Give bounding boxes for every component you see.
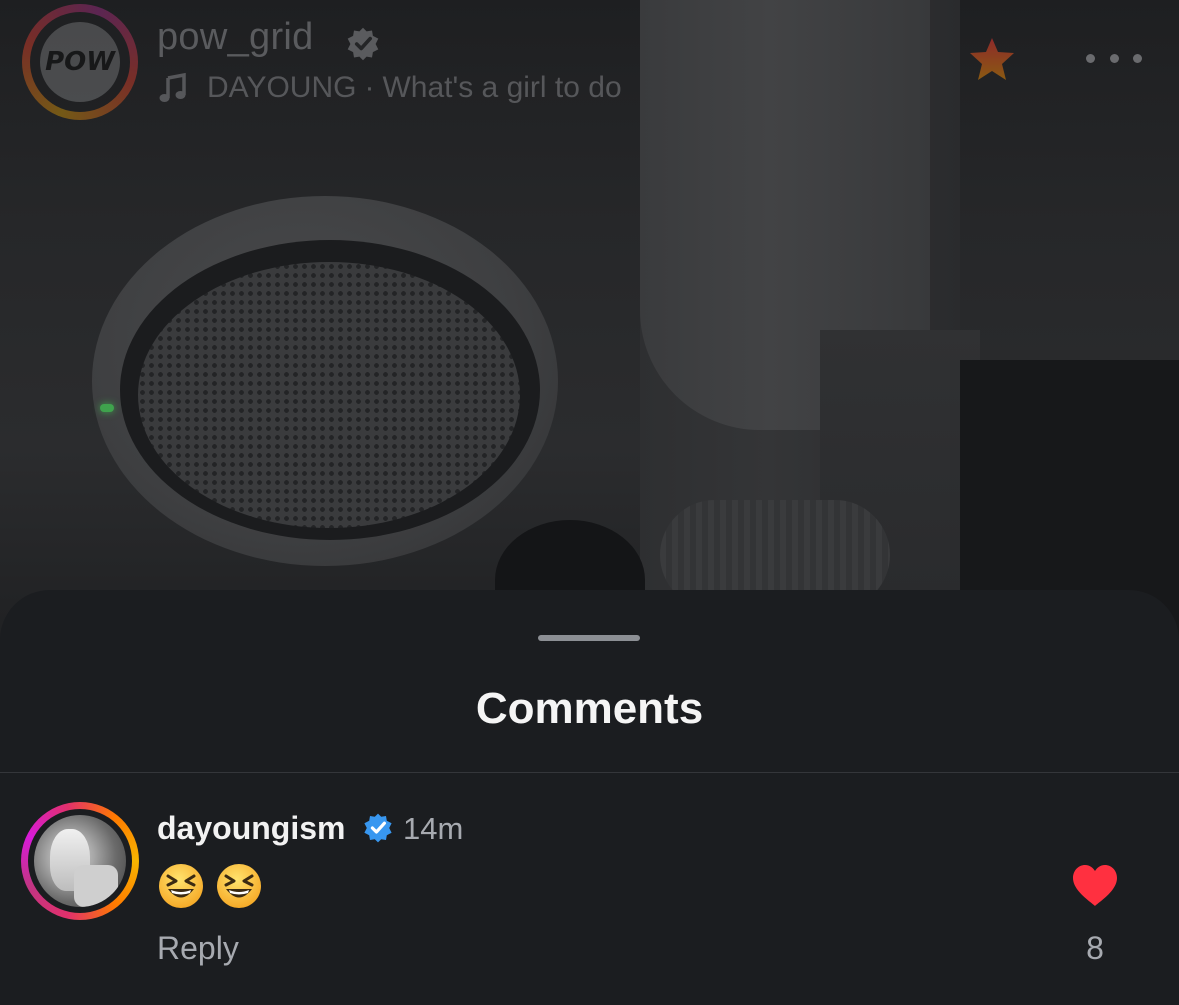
grinning-squinting-face-icon (217, 864, 261, 908)
pow-logo: POW (40, 22, 120, 102)
photo-detail (74, 865, 118, 907)
comment-text (157, 862, 263, 910)
music-note-icon (159, 72, 186, 102)
music-artist: DAYOUNG (207, 71, 357, 104)
sheet-title: Comments (475, 684, 704, 733)
grinning-squinting-face-icon (159, 864, 203, 908)
music-separator: · (364, 71, 375, 104)
commenter-avatar[interactable] (21, 802, 139, 920)
status-led (100, 404, 114, 412)
divider (0, 772, 1179, 773)
account-avatar[interactable]: POW (22, 4, 138, 120)
avatar-gap: POW (30, 12, 130, 112)
comment-timestamp: 14m (403, 811, 464, 846)
star-icon[interactable] (968, 36, 1016, 82)
account-name[interactable]: pow_grid (157, 16, 314, 59)
avatar-photo (34, 815, 126, 907)
verified-badge-icon (347, 27, 379, 61)
comments-sheet: Comments dayoungism 14m Reply 8 (0, 590, 1179, 1005)
music-title: What's a girl to do (382, 71, 622, 104)
speaker-grill (138, 262, 520, 528)
more-dot (1109, 53, 1119, 63)
more-options-icon[interactable] (1086, 46, 1142, 70)
comment-username[interactable]: dayoungism (157, 810, 345, 847)
like-count: 8 (1086, 930, 1104, 966)
more-dot (1086, 53, 1095, 63)
more-dot (1133, 53, 1142, 63)
reply-button[interactable]: Reply (157, 930, 239, 967)
heart-icon[interactable] (1071, 864, 1119, 908)
verified-badge-icon (364, 813, 392, 843)
sheet-grabber[interactable] (538, 635, 640, 641)
music-attribution[interactable]: DAYOUNG · What's a girl to do (157, 70, 622, 106)
